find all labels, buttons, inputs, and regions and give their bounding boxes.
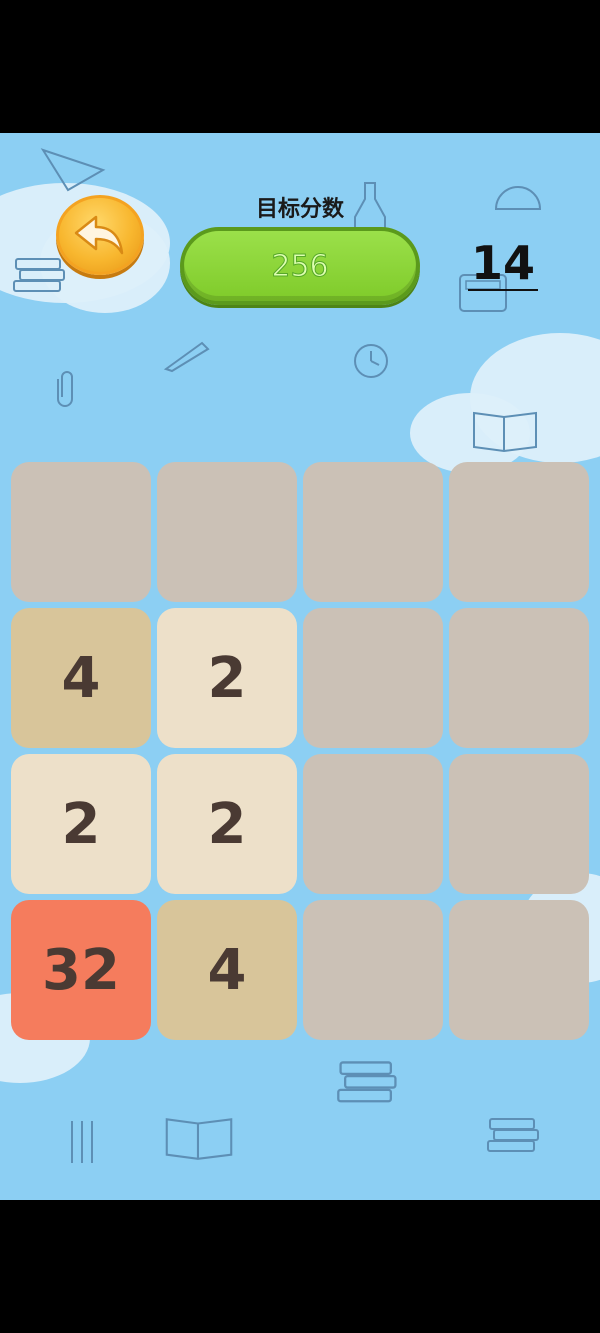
tile: 2	[157, 754, 297, 894]
tile: 2	[157, 608, 297, 748]
game-area: 目标分数 256 14 4 2 2 2 32 4	[0, 133, 600, 1200]
top-black-bar	[0, 0, 600, 133]
tile: 4	[157, 900, 297, 1040]
bottom-black-bar	[0, 1200, 600, 1333]
empty-cell	[449, 608, 589, 748]
empty-cell	[303, 754, 443, 894]
empty-cell	[303, 900, 443, 1040]
game-board[interactable]: 4 2 2 2 32 4	[0, 133, 600, 1200]
tile: 32	[11, 900, 151, 1040]
empty-cell	[11, 462, 151, 602]
empty-cell	[303, 462, 443, 602]
tile: 2	[11, 754, 151, 894]
empty-cell	[157, 462, 297, 602]
empty-cell	[303, 608, 443, 748]
empty-cell	[449, 754, 589, 894]
empty-cell	[449, 900, 589, 1040]
tile: 4	[11, 608, 151, 748]
empty-cell	[449, 462, 589, 602]
